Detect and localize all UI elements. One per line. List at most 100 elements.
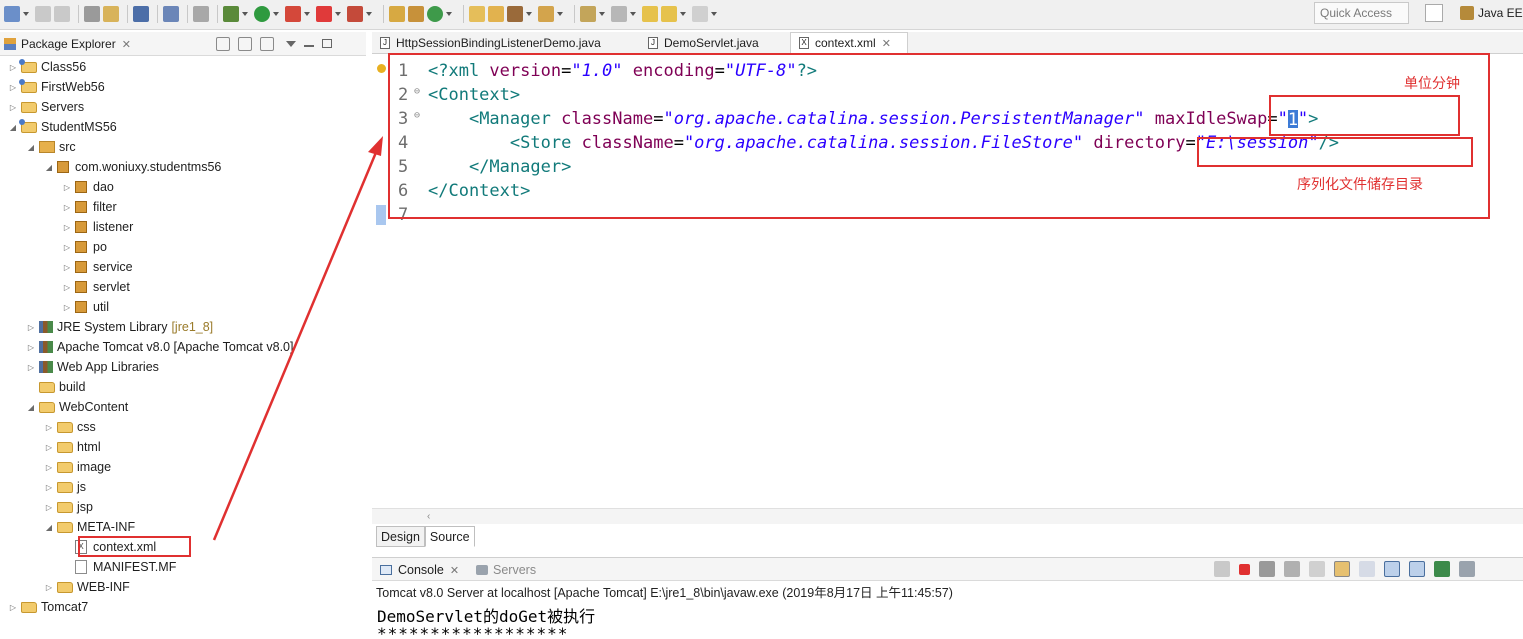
expand-toggle-icon[interactable]: ▷ — [62, 263, 72, 272]
open-folder-dropdown-icon[interactable] — [557, 12, 563, 16]
expand-toggle-icon[interactable]: ▷ — [44, 463, 54, 472]
expand-toggle-icon[interactable]: ▷ — [8, 83, 18, 92]
tab-console[interactable]: Console ✕ — [380, 561, 459, 579]
open-perspective-icon[interactable] — [1425, 4, 1443, 22]
tab-httpsessionbindinglistenerdemo[interactable]: J HttpSessionBindingListenerDemo.java — [372, 32, 640, 54]
minimize-icon[interactable] — [304, 45, 314, 47]
prev-annotation-icon[interactable] — [611, 6, 627, 22]
tree-item[interactable]: ▷ jsp — [44, 497, 93, 517]
tree-item[interactable]: ▷ html — [44, 437, 101, 457]
expand-toggle-icon[interactable]: ▷ — [62, 203, 72, 212]
tree-item[interactable]: ▷ po — [62, 237, 107, 257]
tree-item[interactable]: ◢ META-INF — [44, 517, 135, 537]
expand-toggle-icon[interactable]: ▷ — [26, 363, 36, 372]
tree-item[interactable]: build — [26, 377, 85, 397]
prev-annotation-dropdown-icon[interactable] — [630, 12, 636, 16]
display-console-icon[interactable] — [1459, 561, 1475, 577]
tab-demoservlet[interactable]: J DemoServlet.java — [640, 32, 788, 54]
expand-toggle-icon[interactable]: ▷ — [26, 343, 36, 352]
save-all-icon[interactable] — [54, 6, 70, 22]
tree-item[interactable]: ▷ JRE System Library [jre1_8] — [26, 317, 213, 337]
external-tools-dropdown-icon[interactable] — [304, 12, 310, 16]
debug-dropdown-icon[interactable] — [242, 12, 248, 16]
external-tools-icon[interactable] — [285, 6, 301, 22]
new-web-project-icon[interactable] — [389, 6, 405, 22]
remove-launch-icon[interactable] — [1259, 561, 1275, 577]
tree-item[interactable]: ▷ filter — [62, 197, 117, 217]
tree-item[interactable]: ▷ Apache Tomcat v8.0 [Apache Tomcat v8.0] — [26, 337, 294, 357]
debug-icon[interactable] — [223, 6, 239, 22]
perspective-java-ee[interactable]: Java EE — [1460, 2, 1523, 24]
expand-toggle-icon[interactable]: ▷ — [62, 223, 72, 232]
terminate-icon[interactable] — [1239, 563, 1250, 575]
search-dropdown-icon[interactable] — [526, 12, 532, 16]
clear-console-icon[interactable] — [1309, 561, 1325, 577]
expand-toggle-icon[interactable]: ▷ — [44, 503, 54, 512]
expand-toggle-icon[interactable]: ▷ — [44, 423, 54, 432]
show-on-stdout-icon[interactable] — [1384, 561, 1400, 577]
new-icon[interactable] — [4, 6, 20, 22]
open-task-icon[interactable] — [488, 6, 504, 22]
tree-item[interactable]: ▷ js — [44, 477, 86, 497]
view-menu-icon[interactable] — [286, 41, 296, 47]
remove-all-icon[interactable] — [1284, 561, 1300, 577]
expand-toggle-icon[interactable]: ▷ — [62, 283, 72, 292]
expand-toggle-icon[interactable]: ▷ — [8, 63, 18, 72]
expand-toggle-icon[interactable]: ◢ — [8, 123, 18, 132]
tree-item[interactable]: ▷ util — [62, 297, 109, 317]
stop-dropdown-icon[interactable] — [335, 12, 341, 16]
run-dropdown-icon[interactable] — [273, 12, 279, 16]
expand-toggle-icon[interactable]: ◢ — [44, 523, 54, 532]
search-icon[interactable] — [507, 6, 523, 22]
deploy-icon[interactable] — [347, 6, 363, 22]
next-edit-icon[interactable] — [692, 6, 708, 22]
tab-design[interactable]: Design — [376, 526, 425, 547]
tree-item[interactable]: ◢ StudentMS56 — [8, 117, 117, 137]
close-icon[interactable]: ✕ — [882, 37, 891, 50]
next-edit-dropdown-icon[interactable] — [711, 12, 717, 16]
tab-context-xml[interactable]: X context.xml ✕ — [790, 32, 908, 54]
tree-item[interactable]: ◢ com.woniuxy.studentms56 — [44, 157, 221, 177]
pin-console-icon[interactable] — [1434, 561, 1450, 577]
new-class-dropdown-icon[interactable] — [446, 12, 452, 16]
scroll-left-icon[interactable]: ‹ — [427, 511, 430, 522]
close-icon[interactable]: ✕ — [450, 564, 459, 577]
link-with-editor-icon[interactable] — [238, 37, 252, 51]
tab-servers[interactable]: Servers — [476, 561, 536, 579]
save-icon[interactable] — [35, 6, 51, 22]
tree-item[interactable]: ▷ servlet — [62, 277, 130, 297]
collapse-all-icon[interactable] — [216, 37, 230, 51]
open-type-icon[interactable] — [469, 6, 485, 22]
scroll-lock-icon[interactable] — [1334, 561, 1350, 577]
expand-toggle-icon[interactable]: ▷ — [26, 323, 36, 332]
tree-item[interactable]: ▷ listener — [62, 217, 133, 237]
back-icon[interactable] — [642, 6, 658, 22]
editor-horizontal-scrollbar[interactable]: ‹ — [372, 508, 1523, 524]
tree-item[interactable]: ◢ WebContent — [26, 397, 128, 417]
tree-item[interactable]: ▷ service — [62, 257, 133, 277]
expand-toggle-icon[interactable]: ▷ — [8, 103, 18, 112]
run-icon[interactable] — [254, 6, 270, 22]
expand-toggle-icon[interactable]: ◢ — [26, 403, 36, 412]
word-wrap-icon[interactable] — [1359, 561, 1375, 577]
expand-toggle-icon[interactable]: ▷ — [44, 583, 54, 592]
expand-toggle-icon[interactable]: ▷ — [44, 443, 54, 452]
expand-toggle-icon[interactable]: ▷ — [62, 243, 72, 252]
tree-item[interactable]: ▷ Web App Libraries — [26, 357, 159, 377]
properties-icon[interactable] — [103, 6, 119, 22]
expand-toggle-icon[interactable]: ▷ — [62, 303, 72, 312]
quick-access-input[interactable]: Quick Access — [1314, 2, 1409, 24]
tree-item[interactable]: ▷ css — [44, 417, 96, 437]
show-on-stderr-icon[interactable] — [1409, 561, 1425, 577]
forward-dropdown-icon[interactable] — [680, 12, 686, 16]
deploy-dropdown-icon[interactable] — [366, 12, 372, 16]
print-icon[interactable] — [84, 6, 100, 22]
focus-task-icon[interactable] — [260, 37, 274, 51]
stop-server-icon[interactable] — [316, 6, 332, 22]
new-dropdown-icon[interactable] — [23, 12, 29, 16]
next-annotation-icon[interactable] — [580, 6, 596, 22]
terminal-icon[interactable] — [133, 6, 149, 22]
forward-icon[interactable] — [661, 6, 677, 22]
close-icon[interactable]: ✕ — [122, 38, 131, 51]
maximize-icon[interactable] — [322, 39, 332, 48]
